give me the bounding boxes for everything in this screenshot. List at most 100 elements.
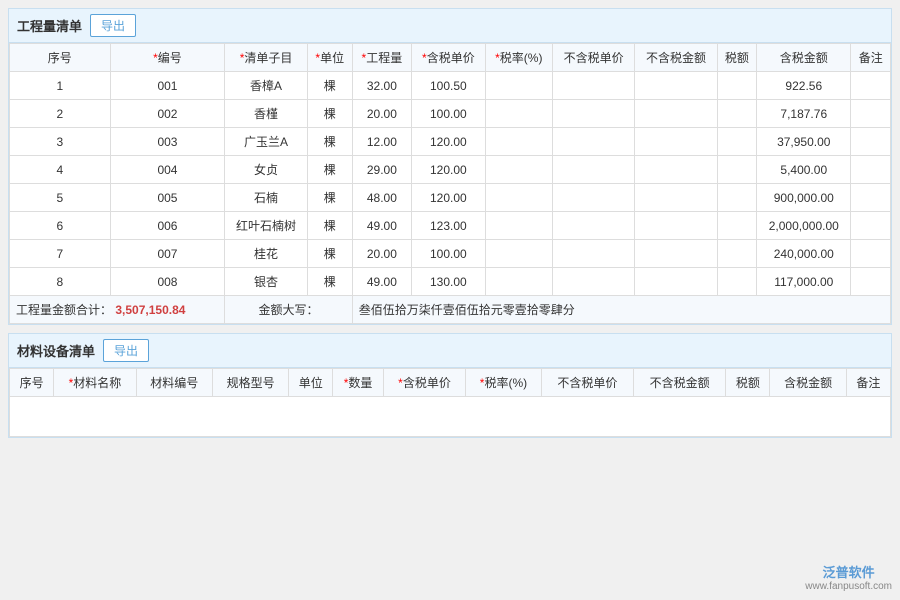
cell-quantity: 20.00 xyxy=(352,240,411,268)
cell-unit: 棵 xyxy=(307,240,352,268)
col-note: 备注 xyxy=(851,44,891,72)
cell-notax_amount xyxy=(635,212,717,240)
col-seq: 序号 xyxy=(10,44,111,72)
cell-tax_amount xyxy=(717,184,756,212)
cell-notax_unit_price xyxy=(552,212,634,240)
cell-code: 005 xyxy=(110,184,225,212)
cell-seq: 5 xyxy=(10,184,111,212)
mat-col-tax-amount: 税额 xyxy=(726,369,770,397)
cell-tax_rate xyxy=(485,240,552,268)
cell-name: 广玉兰A xyxy=(225,128,307,156)
cell-total_tax_amount: 922.56 xyxy=(757,72,851,100)
mat-col-spec: 规格型号 xyxy=(212,369,288,397)
cell-quantity: 12.00 xyxy=(352,128,411,156)
cell-seq: 2 xyxy=(10,100,111,128)
cell-total_tax_amount: 7,187.76 xyxy=(757,100,851,128)
cell-unit: 棵 xyxy=(307,100,352,128)
watermark-logo: 泛普软件 xyxy=(805,562,892,581)
cell-unit: 棵 xyxy=(307,156,352,184)
cell-notax_unit_price xyxy=(552,184,634,212)
mat-col-notax-unit-price: 不含税单价 xyxy=(541,369,633,397)
cell-tax_rate xyxy=(485,100,552,128)
cell-note xyxy=(851,212,891,240)
cell-tax_unit_price: 100.00 xyxy=(412,240,486,268)
cell-notax_amount xyxy=(635,128,717,156)
cell-tax_amount xyxy=(717,100,756,128)
cell-tax_amount xyxy=(717,212,756,240)
cell-seq: 3 xyxy=(10,128,111,156)
mat-empty-row xyxy=(10,397,891,437)
engineering-header: 工程量清单 导出 xyxy=(9,9,891,43)
col-tax-rate: *税率(%) xyxy=(485,44,552,72)
mat-col-unit: 单位 xyxy=(289,369,333,397)
cell-quantity: 29.00 xyxy=(352,156,411,184)
total-value: 3,507,150.84 xyxy=(115,303,185,317)
cell-quantity: 49.00 xyxy=(352,268,411,296)
table-row: 7007桂花棵20.00100.00240,000.00 xyxy=(10,240,891,268)
cell-total_tax_amount: 37,950.00 xyxy=(757,128,851,156)
watermark: 泛普软件 www.fanpusoft.com xyxy=(805,562,892,592)
cell-code: 008 xyxy=(110,268,225,296)
table-row: 5005石楠棵48.00120.00900,000.00 xyxy=(10,184,891,212)
table-row: 1001香樟A棵32.00100.50922.56 xyxy=(10,72,891,100)
mat-col-name: *材料名称 xyxy=(54,369,137,397)
cell-quantity: 20.00 xyxy=(352,100,411,128)
cell-code: 001 xyxy=(110,72,225,100)
cell-unit: 棵 xyxy=(307,184,352,212)
cell-unit: 棵 xyxy=(307,212,352,240)
total-label: 工程量金额合计： 3,507,150.84 xyxy=(10,296,225,324)
mat-col-code: 材料编号 xyxy=(136,369,212,397)
engineering-export-button[interactable]: 导出 xyxy=(90,14,136,37)
materials-title: 材料设备清单 xyxy=(17,341,95,360)
engineering-header-row: 序号 *编号 *清单子目 *单位 *工程量 *含税单价 *税率(%) 不含税单价… xyxy=(10,44,891,72)
materials-export-button[interactable]: 导出 xyxy=(103,339,149,362)
cell-seq: 7 xyxy=(10,240,111,268)
cell-note xyxy=(851,128,891,156)
cell-tax_amount xyxy=(717,268,756,296)
cell-unit: 棵 xyxy=(307,128,352,156)
materials-table-wrapper: 序号 *材料名称 材料编号 规格型号 单位 *数量 *含税单价 *税率(%) 不… xyxy=(9,368,891,437)
table-row: 3003广玉兰A棵12.00120.00 37,950.00 xyxy=(10,128,891,156)
cell-code: 007 xyxy=(110,240,225,268)
cell-code: 003 xyxy=(110,128,225,156)
col-notax-amount: 不含税金额 xyxy=(635,44,717,72)
cell-name: 女贞 xyxy=(225,156,307,184)
cell-name: 香樟A xyxy=(225,72,307,100)
cell-code: 004 xyxy=(110,156,225,184)
materials-table: 序号 *材料名称 材料编号 规格型号 单位 *数量 *含税单价 *税率(%) 不… xyxy=(9,368,891,437)
cell-quantity: 49.00 xyxy=(352,212,411,240)
materials-section: 材料设备清单 导出 序号 *材料名称 材料编号 规格型号 单位 *数量 *含税单… xyxy=(8,333,892,438)
cell-tax_unit_price: 100.00 xyxy=(412,100,486,128)
cell-tax_rate xyxy=(485,268,552,296)
cell-note xyxy=(851,100,891,128)
engineering-title: 工程量清单 xyxy=(17,16,82,35)
cell-tax_rate xyxy=(485,128,552,156)
cell-tax_rate xyxy=(485,72,552,100)
cell-name: 银杏 xyxy=(225,268,307,296)
cell-unit: 棵 xyxy=(307,268,352,296)
cell-notax_amount xyxy=(635,72,717,100)
cell-name: 香槿 xyxy=(225,100,307,128)
cell-total_tax_amount: 2,000,000.00 xyxy=(757,212,851,240)
cell-tax_unit_price: 120.00 xyxy=(412,184,486,212)
mat-col-quantity: *数量 xyxy=(333,369,383,397)
mat-col-total-tax-amount: 含税金额 xyxy=(770,369,846,397)
cell-total_tax_amount: 117,000.00 xyxy=(757,268,851,296)
cell-total_tax_amount: 900,000.00 xyxy=(757,184,851,212)
mat-col-seq: 序号 xyxy=(10,369,54,397)
cell-note xyxy=(851,156,891,184)
cell-note xyxy=(851,184,891,212)
cell-tax_unit_price: 123.00 xyxy=(412,212,486,240)
cell-tax_unit_price: 120.00 xyxy=(412,128,486,156)
col-quantity: *工程量 xyxy=(352,44,411,72)
amount-label: 金额大写： xyxy=(225,296,352,324)
col-name: *清单子目 xyxy=(225,44,307,72)
cell-total_tax_amount: 5,400.00 xyxy=(757,156,851,184)
cell-quantity: 32.00 xyxy=(352,72,411,100)
mat-col-tax-rate: *税率(%) xyxy=(466,369,541,397)
materials-header-row: 序号 *材料名称 材料编号 规格型号 单位 *数量 *含税单价 *税率(%) 不… xyxy=(10,369,891,397)
engineering-table-wrapper: 序号 *编号 *清单子目 *单位 *工程量 *含税单价 *税率(%) 不含税单价… xyxy=(9,43,891,324)
cell-tax_rate xyxy=(485,156,552,184)
cell-total_tax_amount: 240,000.00 xyxy=(757,240,851,268)
table-row: 2002香槿棵20.00100.007,187.76 xyxy=(10,100,891,128)
